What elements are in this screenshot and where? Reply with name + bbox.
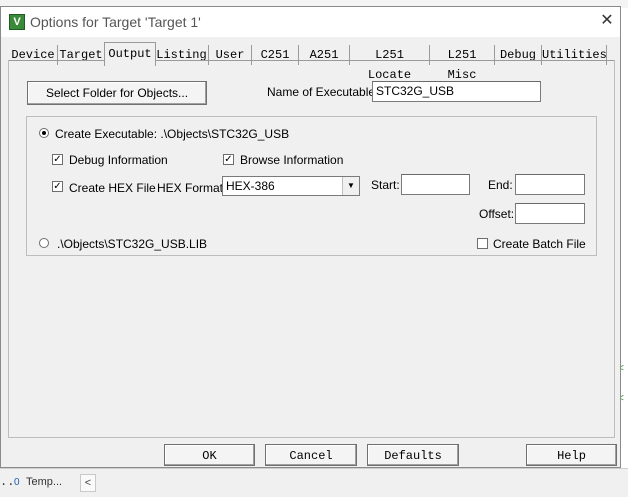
template-tab-label[interactable]: Temp... <box>26 476 62 488</box>
cancel-button[interactable]: Cancel <box>265 444 357 466</box>
hex-format-select[interactable]: HEX-386 ▼ <box>222 176 360 196</box>
create-hex-checkbox[interactable]: ✓ <box>52 181 63 192</box>
create-batch-file-checkbox[interactable] <box>477 238 488 249</box>
name-of-executable-label: Name of Executable: <box>267 85 379 99</box>
app-logo-icon: V <box>9 14 25 30</box>
name-of-executable-input[interactable]: STC32G_USB <box>372 81 541 102</box>
start-label: Start: <box>371 178 400 192</box>
close-button[interactable]: ✕ <box>597 11 617 31</box>
browse-information-label: Browse Information <box>240 153 344 167</box>
background-status-text: .. <box>0 475 15 489</box>
dialog-title: Options for Target 'Target 1' <box>30 14 201 30</box>
defaults-button[interactable]: Defaults <box>367 444 459 466</box>
hex-format-label: HEX Format: <box>157 181 227 195</box>
background-project-bar: .. 0 Temp... < <box>0 468 628 497</box>
hex-format-value: HEX-386 <box>226 179 275 193</box>
start-address-input[interactable] <box>401 174 470 195</box>
offset-input[interactable] <box>515 203 585 224</box>
create-batch-file-label: Create Batch File <box>493 237 586 251</box>
create-executable-label: Create Executable: .\Objects\STC32G_USB <box>55 127 290 141</box>
browse-information-checkbox[interactable]: ✓ <box>223 154 234 165</box>
dialog-titlebar[interactable]: V Options for Target 'Target 1' ✕ <box>1 7 620 37</box>
debug-information-checkbox[interactable]: ✓ <box>52 154 63 165</box>
create-library-label: .\Objects\STC32G_USB.LIB <box>57 237 208 251</box>
ok-button[interactable]: OK <box>164 444 255 466</box>
select-folder-button[interactable]: Select Folder for Objects... <box>27 81 207 105</box>
template-icon: 0 <box>14 477 20 488</box>
help-button[interactable]: Help <box>526 444 617 466</box>
create-executable-radio[interactable] <box>39 128 49 138</box>
create-hex-label: Create HEX File <box>69 181 156 195</box>
offset-label: Offset: <box>479 207 515 221</box>
end-address-input[interactable] <box>515 174 585 195</box>
create-library-radio[interactable] <box>39 238 49 248</box>
end-label: End: <box>488 178 513 192</box>
tab-output[interactable]: Output <box>104 42 156 66</box>
debug-information-label: Debug Information <box>69 153 168 167</box>
scroll-left-button[interactable]: < <box>80 474 96 492</box>
dropdown-arrow-icon[interactable]: ▼ <box>342 177 359 195</box>
